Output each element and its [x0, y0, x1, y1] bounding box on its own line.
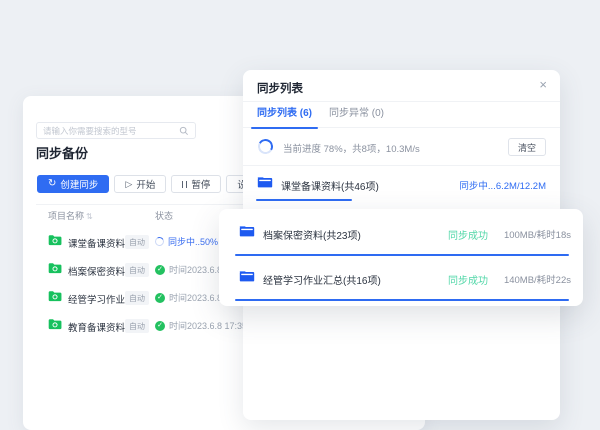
blue-folder-icon [239, 224, 255, 237]
column-header-name[interactable]: 项目名称 ⇅ [48, 209, 93, 222]
check-icon: ✓ [155, 264, 165, 275]
auto-badge: 自动 [125, 291, 149, 305]
status-text: 时间2023.6.8 [169, 265, 223, 275]
tab-sync-list[interactable]: 同步列表 (6) [251, 102, 318, 129]
green-folder-icon [48, 318, 62, 330]
auto-badge: 自动 [125, 319, 149, 333]
search-input-wrapper [36, 122, 196, 139]
desktop-background: { "window": { "search": { "placeholder":… [0, 0, 600, 430]
completed-item-status: 同步成功 [448, 276, 488, 287]
create-sync-button[interactable]: ↻ 创建同步 [37, 175, 110, 193]
green-folder-icon [48, 290, 62, 302]
column-name-label: 项目名称 [48, 211, 85, 221]
completed-item-detail: 140MB/耗时22s [503, 275, 571, 286]
completed-item-detail: 100MB/耗时18s [503, 230, 571, 241]
completed-item-name: 经管学习作业汇总(共16项) [263, 276, 381, 287]
overall-progress-row: 当前进度 78%，共8项，10.3M/s 清空 [243, 128, 560, 166]
project-name: 课堂备课资料 [68, 239, 126, 250]
completed-progress-bar [235, 299, 569, 301]
status-cell: ✓ 时间2023.6.8 [155, 263, 222, 276]
status-text: 时间2023.6.8 17:35:0 [169, 321, 255, 331]
status-cell: ✓ 时间2023.6.8 17:35:0 [155, 319, 255, 332]
close-icon[interactable]: × [539, 77, 547, 93]
sync-icon: ↻ [48, 178, 57, 189]
status-cell: 同步中..50% [153, 235, 219, 248]
project-name: 档案保密资料 [68, 267, 126, 278]
auto-badge: 自动 [125, 263, 149, 277]
panel-header: 同步列表 × [243, 70, 560, 102]
panel-title: 同步列表 [257, 83, 303, 95]
project-name: 教育备课资料 [68, 323, 126, 334]
progress-text: 当前进度 78%，共8项，10.3M/s [283, 144, 420, 155]
completed-item-row[interactable]: 档案保密资料(共23项) 同步成功 100MB/耗时18s [219, 211, 583, 256]
status-cell: ✓ 时间2023.6.8 [155, 291, 222, 304]
pause-icon [182, 180, 188, 188]
check-icon: ✓ [155, 320, 165, 331]
sort-icon[interactable]: ⇅ [86, 212, 93, 221]
spinner-icon [153, 235, 166, 248]
sync-item-status: 同步中...6.2M/12.2M [459, 181, 546, 192]
create-sync-label: 创建同步 [60, 180, 99, 191]
search-icon[interactable] [179, 126, 189, 136]
completed-item-row[interactable]: 经管学习作业汇总(共16项) 同步成功 140MB/耗时22s [219, 256, 583, 301]
status-text: 同步中..50% [168, 237, 219, 247]
tab-sync-errors[interactable]: 同步异常 (0) [329, 102, 384, 128]
sync-item-row[interactable]: 课堂备课资料(共46项) 同步中...6.2M/12.2M [243, 166, 560, 202]
start-label: 开始 [136, 180, 156, 191]
start-button[interactable]: ▷ 开始 [114, 175, 167, 193]
sync-item-name: 课堂备课资料(共46项) [281, 182, 379, 193]
page-title: 同步备份 [36, 146, 89, 161]
project-name: 经管学习作业 [68, 295, 126, 306]
column-header-status: 状态 [155, 211, 174, 221]
completed-item-name: 档案保密资料(共23项) [263, 231, 361, 242]
auto-badge: 自动 [125, 235, 149, 249]
completed-item-status: 同步成功 [448, 231, 488, 242]
pause-button[interactable]: 暂停 [171, 175, 222, 193]
play-icon: ▷ [125, 178, 133, 189]
completed-items-card: 档案保密资料(共23项) 同步成功 100MB/耗时18s 经管学习作业汇总(共… [219, 209, 583, 306]
blue-folder-icon [257, 175, 273, 188]
check-icon: ✓ [155, 292, 165, 303]
sync-progress-bar [256, 199, 352, 201]
clear-button[interactable]: 清空 [508, 138, 546, 156]
progress-spinner-icon [256, 137, 275, 156]
tab-bar: 同步列表 (6) 同步异常 (0) [243, 102, 560, 129]
green-folder-icon [48, 262, 62, 274]
status-text: 时间2023.6.8 [169, 293, 223, 303]
pause-label: 暂停 [191, 180, 211, 191]
search-input[interactable] [43, 125, 179, 136]
blue-folder-icon [239, 269, 255, 282]
green-folder-icon [48, 234, 62, 246]
